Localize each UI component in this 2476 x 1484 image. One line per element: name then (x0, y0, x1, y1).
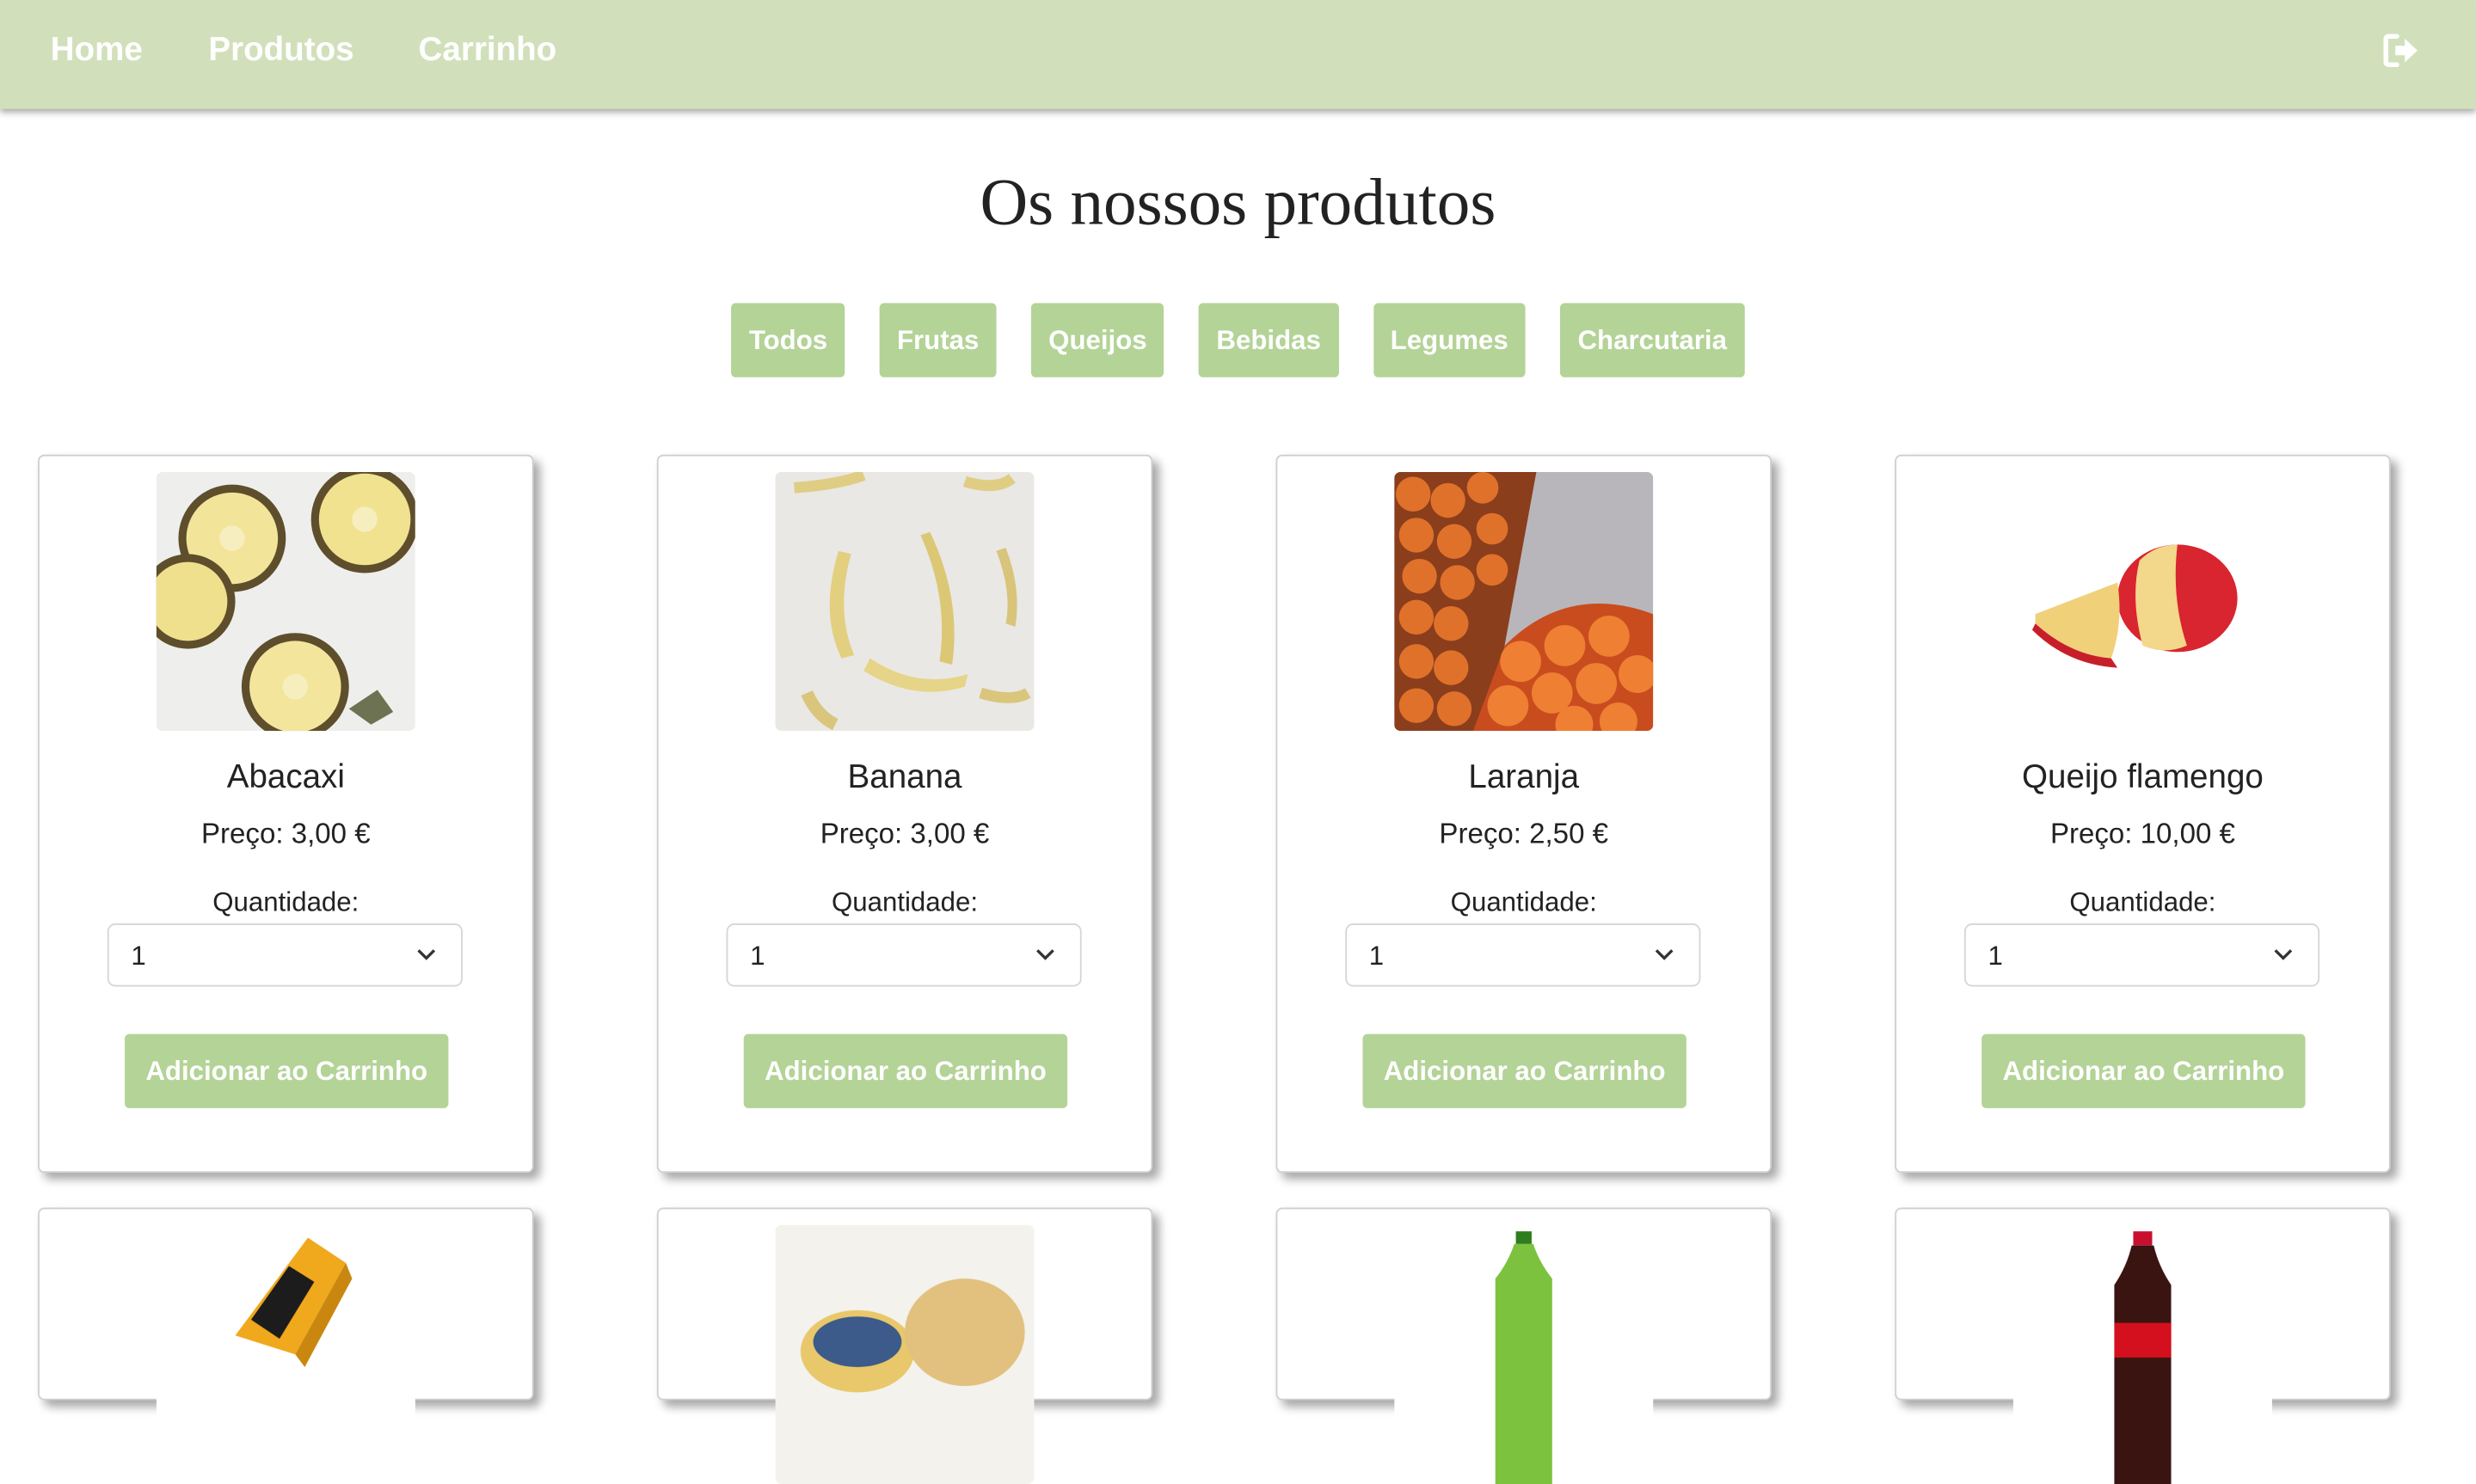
product-card: Banana Preço: 3,00 € Quantidade: 1 Adici… (656, 454, 1153, 1174)
product-card: Laranja Preço: 2,50 € Quantidade: 1 Adic… (1275, 454, 1772, 1174)
filter-bebidas-button[interactable]: Bebidas (1199, 303, 1339, 377)
nav-carrinho-link[interactable]: Carrinho (419, 28, 557, 72)
chevron-down-icon (1655, 949, 1674, 960)
quantity-select[interactable]: 1 (107, 923, 463, 987)
quantity-select[interactable]: 1 (1963, 923, 2320, 987)
product-name: Laranja (1468, 759, 1580, 796)
product-image-banana (775, 471, 1035, 732)
page-title: Os nossos produtos (980, 167, 1496, 241)
product-name: Abacaxi (226, 759, 345, 796)
quantity-value: 1 (750, 941, 765, 972)
navbar: Home Produtos Carrinho (0, 0, 2476, 109)
product-card (38, 1207, 534, 1484)
product-card (1895, 1207, 2391, 1484)
quantity-label: Quantidade: (1450, 886, 1597, 917)
nav-home-link[interactable]: Home (51, 28, 143, 72)
filter-frutas-button[interactable]: Frutas (879, 303, 997, 377)
product-image-edam-cheese (2012, 471, 2273, 732)
product-card (656, 1207, 1153, 1484)
quantity-select[interactable]: 1 (1345, 923, 1701, 987)
sign-out-icon[interactable] (2383, 34, 2421, 68)
quantity-label: Quantidade: (212, 886, 359, 917)
quantity-value: 1 (131, 941, 146, 972)
filter-queijos-button[interactable]: Queijos (1030, 303, 1164, 377)
product-price: Preço: 3,00 € (201, 818, 371, 849)
quantity-value: 1 (1988, 941, 2003, 972)
chevron-down-icon (2274, 949, 2293, 960)
add-to-cart-button[interactable]: Adicionar ao Carrinho (125, 1033, 449, 1108)
product-image-oranges (1394, 471, 1654, 732)
product-image-cola (2012, 1224, 2273, 1484)
filter-charcutaria-button[interactable]: Charcutaria (1560, 303, 1745, 377)
product-image-round-cheeses (775, 1224, 1035, 1484)
add-to-cart-button[interactable]: Adicionar ao Carrinho (743, 1033, 1068, 1108)
product-card (1275, 1207, 1772, 1484)
category-filters: Todos Frutas Queijos Bebidas Legumes Cha… (0, 303, 2476, 377)
filter-todos-button[interactable]: Todos (731, 303, 845, 377)
add-to-cart-button[interactable]: Adicionar ao Carrinho (1981, 1033, 2306, 1108)
add-to-cart-button[interactable]: Adicionar ao Carrinho (1362, 1033, 1687, 1108)
chevron-down-icon (417, 949, 436, 960)
filter-legumes-button[interactable]: Legumes (1373, 303, 1526, 377)
product-name: Queijo flamengo (2022, 759, 2264, 796)
product-price: Preço: 10,00 € (2049, 818, 2235, 849)
product-card: Queijo flamengo Preço: 10,00 € Quantidad… (1895, 454, 2391, 1174)
product-card: Abacaxi Preço: 3,00 € Quantidade: 1 Adic… (38, 454, 534, 1174)
quantity-select[interactable]: 1 (726, 923, 1082, 987)
product-name: Banana (847, 759, 962, 796)
product-image-pineapple (156, 471, 415, 732)
quantity-value: 1 (1368, 941, 1385, 972)
product-image-cheddar (156, 1224, 415, 1484)
quantity-label: Quantidade: (2069, 886, 2216, 917)
chevron-down-icon (1036, 949, 1054, 960)
nav-produtos-link[interactable]: Produtos (208, 28, 353, 72)
quantity-label: Quantidade: (831, 886, 979, 917)
product-price: Preço: 3,00 € (820, 818, 990, 849)
product-image-green-soda (1394, 1224, 1654, 1484)
product-price: Preço: 2,50 € (1439, 818, 1609, 849)
page: Home Produtos Carrinho Os nossos produto… (0, 0, 2476, 1484)
